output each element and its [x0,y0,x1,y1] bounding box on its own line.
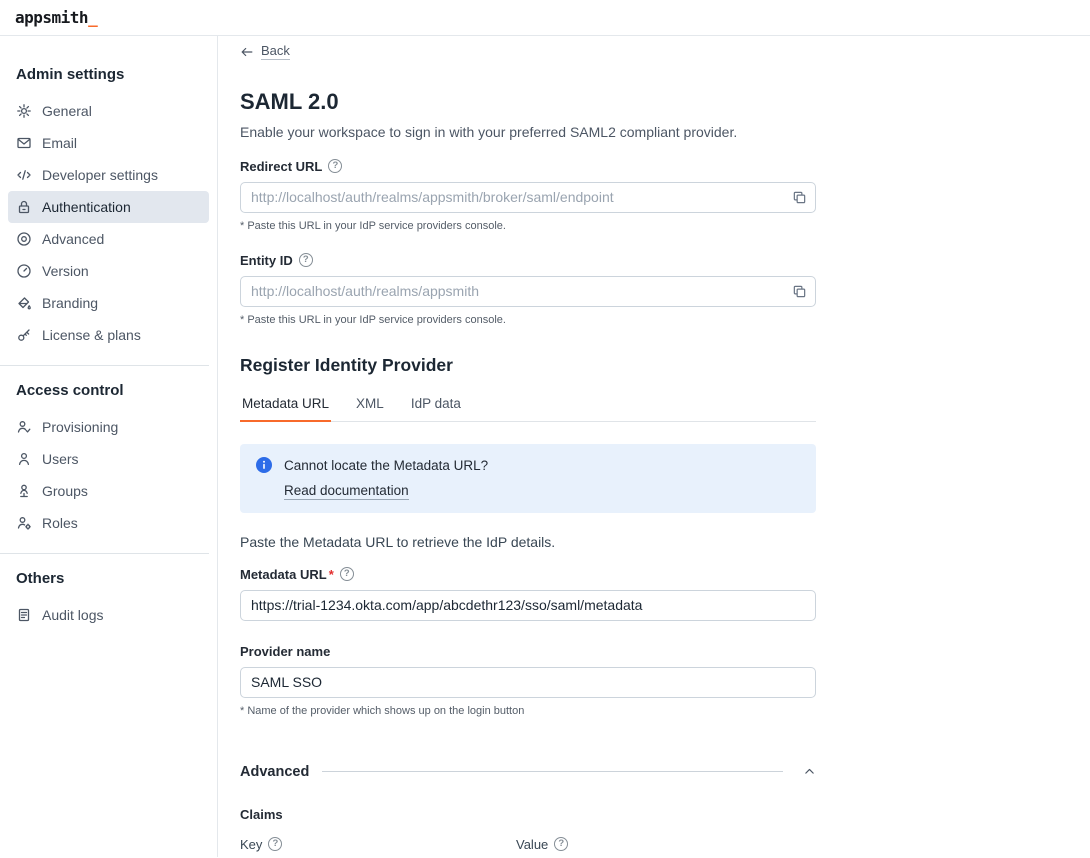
user-gear-icon [16,515,32,531]
logo-text: appsmith [15,8,88,27]
entity-id-input[interactable] [240,276,816,307]
advanced-icon [16,231,32,247]
help-icon[interactable] [554,837,568,851]
sidebar-item-version[interactable]: Version [8,255,209,287]
tab-idp-data[interactable]: IdP data [409,390,463,422]
main-content: Back SAML 2.0 Enable your workspace to s… [218,36,1090,857]
sidebar-item-branding[interactable]: Branding [8,287,209,319]
sidebar-item-label: Developer settings [42,167,158,183]
provider-name-label: Provider name [240,644,330,659]
read-documentation-link[interactable]: Read documentation [284,483,409,500]
sidebar-section-admin-settings: Admin settings [16,66,201,83]
claim-key-label: Key [240,837,262,852]
sidebar-item-label: Audit logs [42,607,103,623]
page-subtitle: Enable your workspace to sign in with yo… [240,124,816,140]
key-icon [16,327,32,343]
sidebar-item-license-plans[interactable]: License & plans [8,319,209,351]
page-title: SAML 2.0 [240,89,816,115]
advanced-section-toggle[interactable]: Advanced [240,764,816,780]
appsmith-logo: appsmith_ [15,8,97,27]
mail-icon [16,135,32,151]
sidebar-divider [0,553,209,554]
sidebar-item-label: General [42,103,92,119]
entity-id-helper: * Paste this URL in your IdP service pro… [240,314,816,326]
copy-icon[interactable] [792,284,807,299]
chevron-up-icon[interactable] [803,765,816,778]
claim-value-label: Value [516,837,548,852]
user-check-icon [16,419,32,435]
help-icon[interactable] [340,567,354,581]
sidebar-item-label: Users [42,451,79,467]
required-asterisk: * [329,567,334,582]
sidebar-item-label: Email [42,135,77,151]
back-label: Back [261,43,290,60]
document-icon [16,607,32,623]
tab-metadata-url[interactable]: Metadata URL [240,390,331,422]
gear-icon [16,103,32,119]
metadata-url-input[interactable] [240,590,816,621]
metadata-url-label: Metadata URL [240,567,327,582]
redirect-url-label: Redirect URL [240,159,322,174]
sidebar-item-advanced[interactable]: Advanced [8,223,209,255]
sidebar-item-audit-logs[interactable]: Audit logs [8,599,209,631]
user-icon [16,451,32,467]
sidebar-section-others: Others [16,570,201,587]
banner-question: Cannot locate the Metadata URL? [284,457,488,473]
claims-label: Claims [240,807,816,822]
redirect-url-helper: * Paste this URL in your IdP service pro… [240,220,816,232]
code-icon [16,167,32,183]
info-banner: Cannot locate the Metadata URL? Read doc… [240,444,816,513]
entity-id-field: Entity ID * Paste this URL in your IdP s… [240,253,816,326]
sidebar-item-developer-settings[interactable]: Developer settings [8,159,209,191]
back-button[interactable]: Back [240,43,290,60]
sidebar-item-label: Branding [42,295,98,311]
provider-name-input[interactable] [240,667,816,698]
info-icon [256,457,272,473]
top-header: appsmith_ [0,0,1090,36]
entity-id-label: Entity ID [240,253,293,268]
help-icon[interactable] [268,837,282,851]
sidebar-item-roles[interactable]: Roles [8,507,209,539]
lock-icon [16,199,32,215]
metadata-url-field: Metadata URL * [240,567,816,621]
arrow-left-icon [240,45,254,59]
register-idp-title: Register Identity Provider [240,355,816,376]
sidebar-item-groups[interactable]: Groups [8,475,209,507]
divider-line [322,771,783,772]
sidebar-item-authentication[interactable]: Authentication [8,191,209,223]
sidebar-item-label: License & plans [42,327,141,343]
help-icon[interactable] [299,253,313,267]
logo-cursor: _ [88,8,97,27]
claims-row: Key Value [240,837,816,858]
sidebar-item-label: Version [42,263,89,279]
help-icon[interactable] [328,159,342,173]
branding-icon [16,295,32,311]
provider-name-field: Provider name * Name of the provider whi… [240,644,816,717]
sidebar-item-label: Roles [42,515,78,531]
group-icon [16,483,32,499]
idp-tabs: Metadata URL XML IdP data [240,390,816,422]
copy-icon[interactable] [792,190,807,205]
sidebar-item-users[interactable]: Users [8,443,209,475]
admin-sidebar: Admin settings General Email Developer s… [0,36,218,857]
sidebar-item-label: Groups [42,483,88,499]
sidebar-item-label: Authentication [42,199,131,215]
version-icon [16,263,32,279]
sidebar-section-access-control: Access control [16,382,201,399]
sidebar-item-label: Advanced [42,231,104,247]
sidebar-item-general[interactable]: General [8,95,209,127]
provider-name-helper: * Name of the provider which shows up on… [240,705,816,717]
redirect-url-field: Redirect URL * Paste this URL in your Id… [240,159,816,232]
metadata-instruction: Paste the Metadata URL to retrieve the I… [240,534,816,550]
tab-xml[interactable]: XML [354,390,386,422]
sidebar-item-provisioning[interactable]: Provisioning [8,411,209,443]
sidebar-item-label: Provisioning [42,419,118,435]
sidebar-item-email[interactable]: Email [8,127,209,159]
advanced-title: Advanced [240,764,309,780]
sidebar-divider [0,365,209,366]
redirect-url-input[interactable] [240,182,816,213]
